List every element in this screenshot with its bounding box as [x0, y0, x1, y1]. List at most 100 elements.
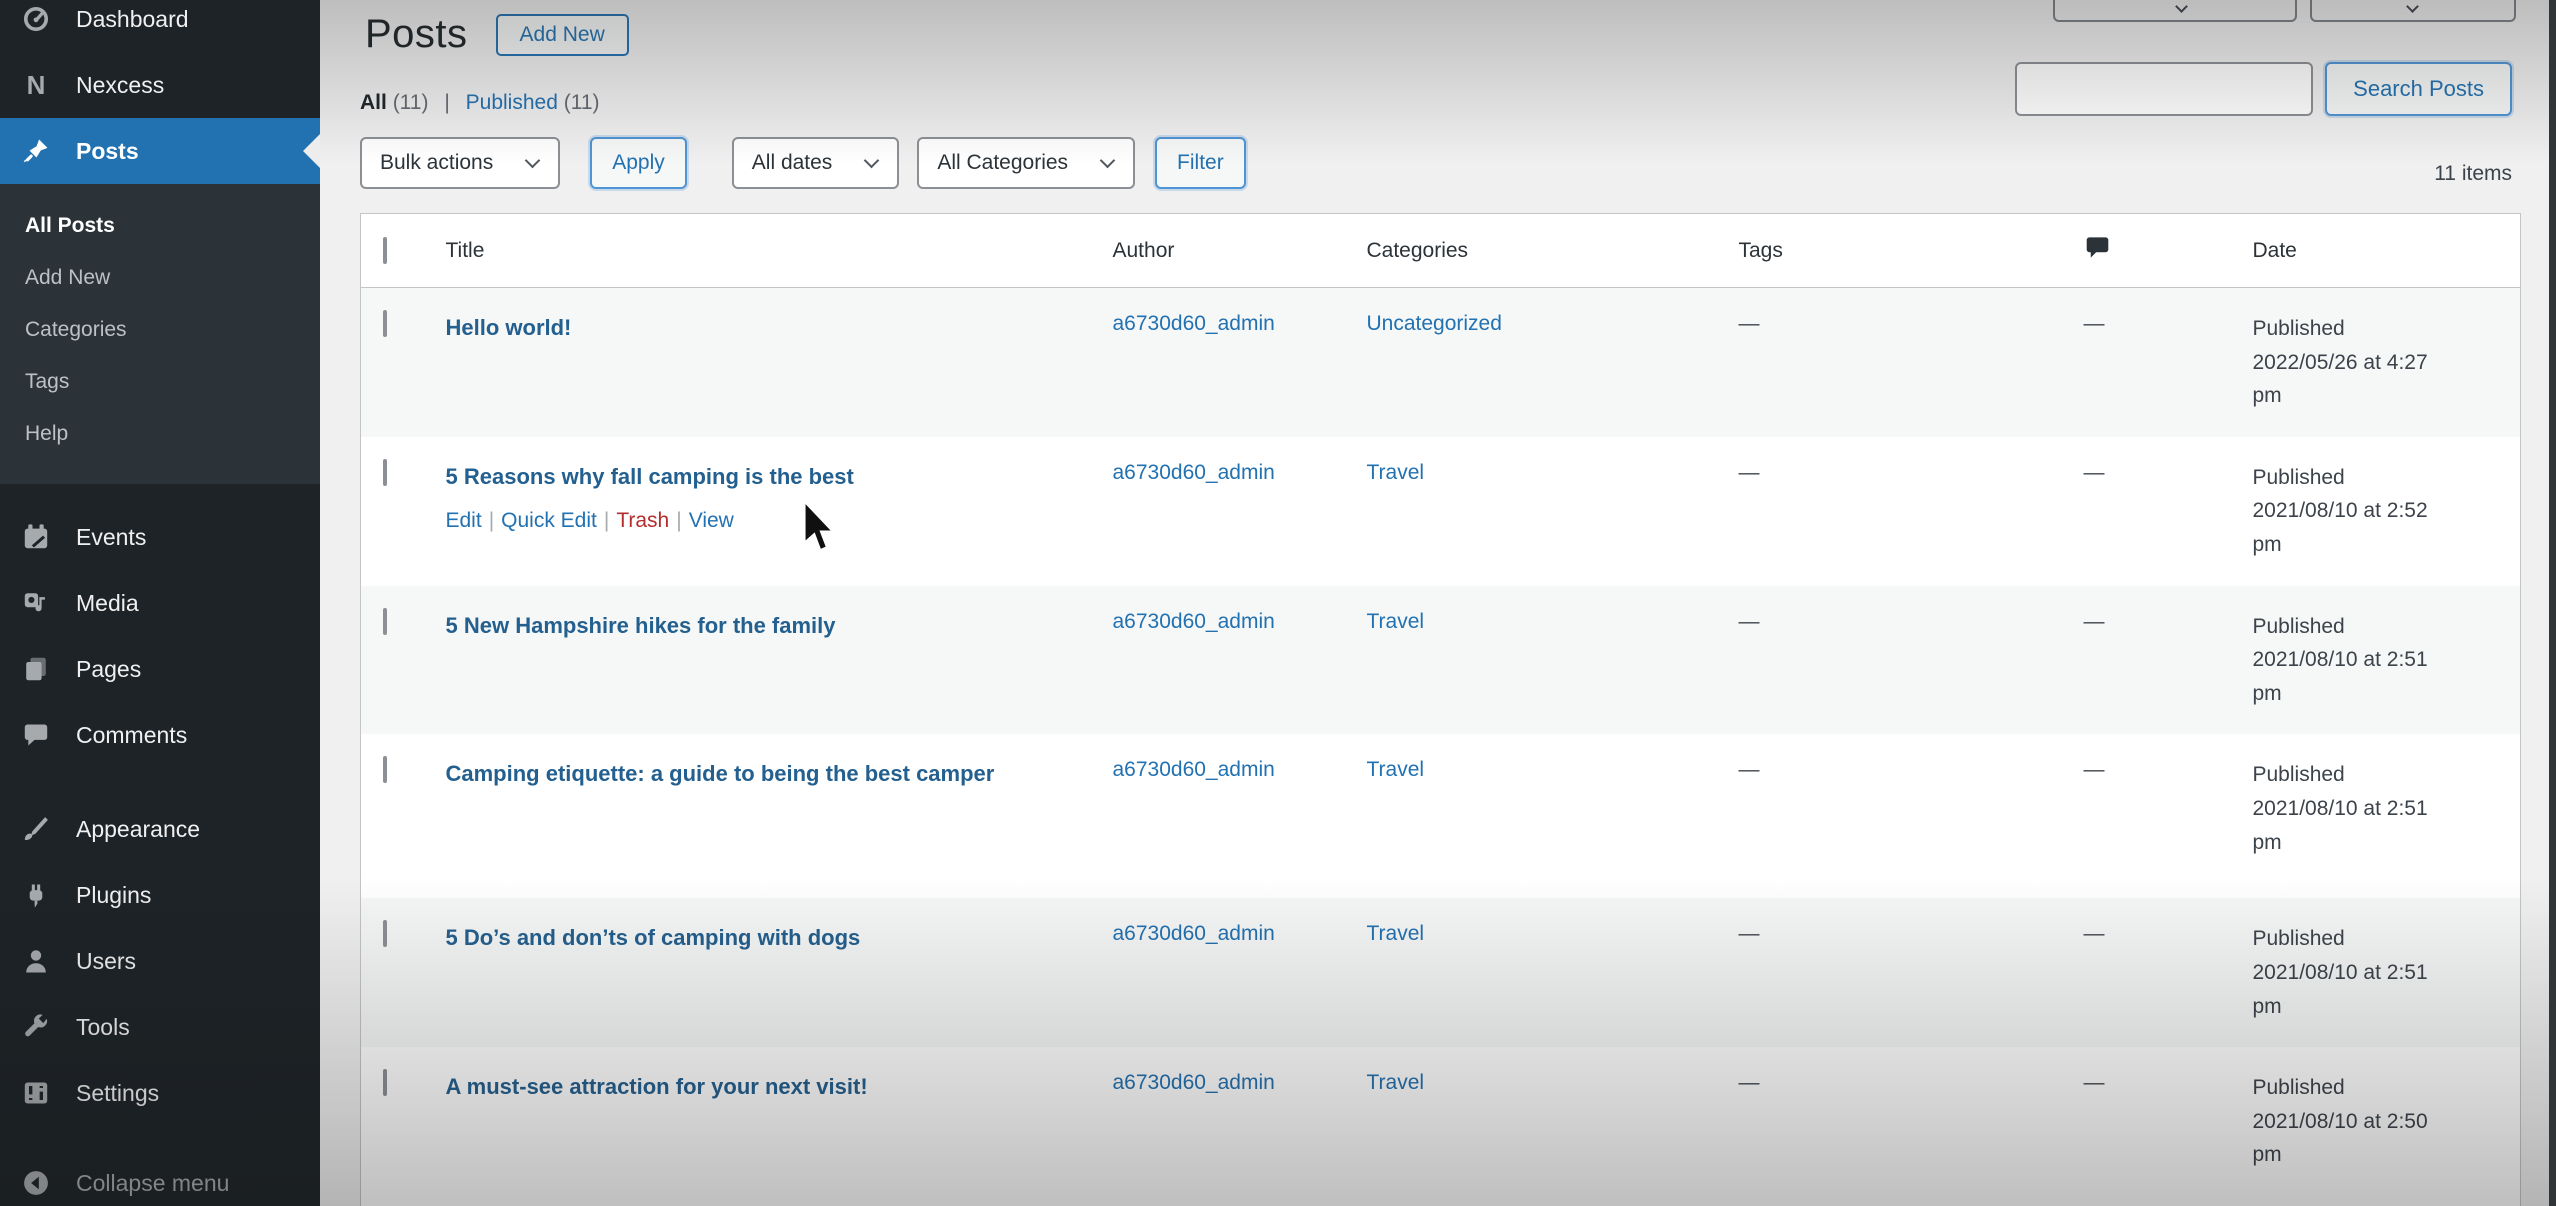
column-header-date[interactable]: Date	[2238, 214, 2521, 288]
author-link[interactable]: a6730d60_admin	[1113, 610, 1275, 633]
category-link[interactable]: Travel	[1367, 461, 1425, 484]
quick-edit-action-link[interactable]: Quick Edit	[501, 509, 597, 532]
filter-button[interactable]: Filter	[1155, 137, 1246, 189]
sidebar-item-settings[interactable]: Settings	[0, 1060, 320, 1126]
author-link[interactable]: a6730d60_admin	[1113, 758, 1275, 781]
sidebar-item-all-posts[interactable]: All Posts	[0, 200, 320, 252]
action-separator: |	[489, 509, 494, 532]
dashboard-icon	[20, 4, 52, 34]
sidebar-item-comments[interactable]: Comments	[0, 702, 320, 768]
table-header-row: Title Author Categories Tags Date	[361, 214, 2521, 288]
row-checkbox[interactable]	[383, 459, 387, 486]
post-title-link[interactable]: 5 Do’s and don’ts of camping with dogs	[446, 925, 861, 950]
sidebar-item-nexcess[interactable]: N Nexcess	[0, 52, 320, 118]
sidebar-item-events[interactable]: Events	[0, 504, 320, 570]
help-button-partial[interactable]	[2310, 0, 2516, 22]
post-date: 2021/08/10 at 2:51 pm	[2253, 648, 2428, 705]
table-row: A must-see attraction for your next visi…	[361, 1047, 2521, 1206]
author-link[interactable]: a6730d60_admin	[1113, 312, 1275, 335]
row-checkbox[interactable]	[383, 310, 387, 337]
sidebar-item-tags[interactable]: Tags	[0, 356, 320, 408]
row-checkbox[interactable]	[383, 608, 387, 635]
action-separator: |	[604, 509, 609, 532]
column-header-author: Author	[1098, 214, 1352, 288]
sidebar-item-tools[interactable]: Tools	[0, 994, 320, 1060]
search-input[interactable]	[2015, 62, 2313, 116]
post-status: Published	[2253, 466, 2345, 489]
collapse-menu-button[interactable]: Collapse menu	[0, 1150, 320, 1206]
posts-submenu: All Posts Add New Categories Tags Help	[0, 184, 320, 484]
sidebar-item-pages[interactable]: Pages	[0, 636, 320, 702]
post-title-link[interactable]: Camping etiquette: a guide to being the …	[446, 761, 995, 786]
comments-value: —	[2084, 758, 2105, 781]
post-title-link[interactable]: A must-see attraction for your next visi…	[446, 1074, 868, 1099]
sidebar-item-label: Tools	[76, 1014, 130, 1041]
paintbrush-icon	[20, 814, 52, 844]
table-row: 5 Reasons why fall camping is the best E…	[361, 437, 2521, 586]
view-all-link[interactable]: All	[360, 91, 387, 114]
all-categories-label: All Categories	[937, 151, 1068, 175]
tags-value: —	[1739, 758, 1760, 781]
row-checkbox[interactable]	[383, 756, 387, 783]
chevron-down-icon	[1100, 153, 1116, 169]
tags-value: —	[1739, 312, 1760, 335]
sidebar-item-media[interactable]: Media	[0, 570, 320, 636]
sidebar-item-label: Pages	[76, 656, 141, 683]
post-title-link[interactable]: Hello world!	[446, 315, 572, 340]
view-published-count: (11)	[564, 91, 600, 114]
comments-value: —	[2084, 610, 2105, 633]
post-title-link[interactable]: 5 New Hampshire hikes for the family	[446, 613, 836, 638]
post-status: Published	[2253, 927, 2345, 950]
add-new-button[interactable]: Add New	[496, 14, 629, 56]
settings-sliders-icon	[20, 1078, 52, 1108]
apply-button[interactable]: Apply	[590, 137, 687, 189]
chevron-down-icon	[525, 153, 541, 169]
sidebar-item-label: Events	[76, 524, 146, 551]
column-header-title[interactable]: Title	[431, 214, 1098, 288]
nexcess-icon: N	[20, 70, 52, 100]
active-menu-arrow	[303, 134, 320, 168]
category-link[interactable]: Travel	[1367, 758, 1425, 781]
sidebar-item-dashboard[interactable]: Dashboard	[0, 0, 320, 52]
pushpin-icon	[20, 136, 52, 166]
sidebar-item-plugins[interactable]: Plugins	[0, 862, 320, 928]
view-published-link[interactable]: Published	[466, 91, 558, 114]
search-posts-button[interactable]: Search Posts	[2325, 62, 2512, 116]
post-title-link[interactable]: 5 Reasons why fall camping is the best	[446, 464, 854, 489]
sidebar-item-help[interactable]: Help	[0, 408, 320, 460]
comments-value: —	[2084, 1071, 2105, 1094]
post-date: 2021/08/10 at 2:52 pm	[2253, 499, 2428, 556]
category-link[interactable]: Travel	[1367, 1071, 1425, 1094]
chevron-down-icon	[2406, 0, 2419, 13]
author-link[interactable]: a6730d60_admin	[1113, 1071, 1275, 1094]
comments-column-icon	[2084, 234, 2111, 267]
view-action-link[interactable]: View	[689, 509, 734, 532]
select-all-checkbox[interactable]	[383, 237, 387, 264]
sidebar-item-label: Dashboard	[76, 6, 189, 33]
bulk-actions-select[interactable]: Bulk actions	[360, 137, 560, 189]
author-link[interactable]: a6730d60_admin	[1113, 922, 1275, 945]
sidebar-item-posts[interactable]: Posts	[0, 118, 320, 184]
bulk-actions-label: Bulk actions	[380, 151, 493, 175]
row-checkbox[interactable]	[383, 920, 387, 947]
screen-options-button-partial[interactable]	[2053, 0, 2297, 22]
comments-value: —	[2084, 312, 2105, 335]
sidebar-item-add-new[interactable]: Add New	[0, 252, 320, 304]
post-date: 2022/05/26 at 4:27 pm	[2253, 351, 2428, 408]
all-categories-select[interactable]: All Categories	[917, 137, 1135, 189]
edit-action-link[interactable]: Edit	[446, 509, 482, 532]
post-status: Published	[2253, 317, 2345, 340]
author-link[interactable]: a6730d60_admin	[1113, 461, 1275, 484]
trash-action-link[interactable]: Trash	[616, 509, 669, 532]
sidebar-item-label: Users	[76, 948, 136, 975]
category-link[interactable]: Uncategorized	[1367, 312, 1502, 335]
category-link[interactable]: Travel	[1367, 922, 1425, 945]
row-checkbox[interactable]	[383, 1069, 387, 1096]
sidebar-item-appearance[interactable]: Appearance	[0, 796, 320, 862]
all-dates-select[interactable]: All dates	[732, 137, 900, 189]
category-link[interactable]: Travel	[1367, 610, 1425, 633]
post-status: Published	[2253, 1076, 2345, 1099]
comments-value: —	[2084, 922, 2105, 945]
sidebar-item-categories[interactable]: Categories	[0, 304, 320, 356]
sidebar-item-users[interactable]: Users	[0, 928, 320, 994]
